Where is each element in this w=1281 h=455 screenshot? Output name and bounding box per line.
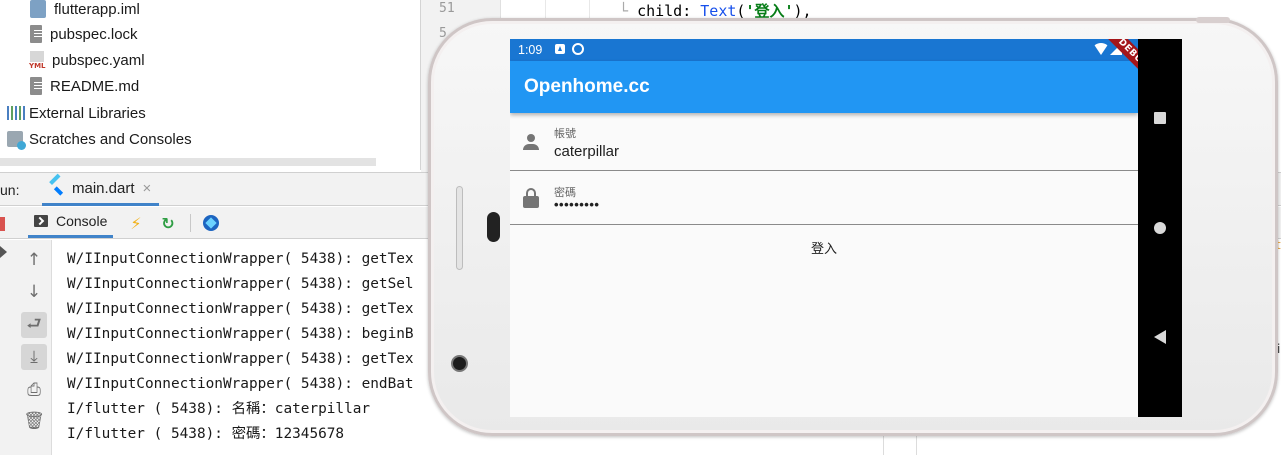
printer-icon: ⎙ xyxy=(27,380,41,400)
recents-square-icon[interactable] xyxy=(1154,112,1166,124)
status-time: 1:09 xyxy=(518,43,543,57)
home-circle-icon[interactable] xyxy=(1154,222,1166,234)
tree-item-label: flutterapp.iml xyxy=(54,0,140,18)
password-field[interactable]: 密碼 ••••••••• xyxy=(510,171,1138,225)
console-output[interactable]: W/IInputConnectionWrapper( 5438): getTex… xyxy=(67,247,427,455)
close-tab-icon[interactable]: × xyxy=(143,180,152,197)
person-icon xyxy=(523,134,539,150)
tree-item-label: pubspec.lock xyxy=(50,25,138,43)
console-line: W/IInputConnectionWrapper( 5438): getSel xyxy=(67,276,414,292)
android-status-bar: 1:09 xyxy=(510,39,1138,61)
tab-console[interactable]: Console xyxy=(28,207,114,238)
stop-indicator[interactable] xyxy=(0,217,5,231)
lightning-icon: ⚡ xyxy=(130,213,142,233)
lock-icon xyxy=(523,188,539,208)
scroll-end-icon: ⤓ xyxy=(30,347,38,367)
console-line: I/flutter ( 5438): 密碼：12345678 xyxy=(67,426,345,442)
markdown-file-icon xyxy=(30,77,42,95)
wifi-icon xyxy=(1093,43,1109,55)
tree-item-flutterapp-iml[interactable]: flutterapp.iml xyxy=(30,0,140,21)
tree-item-label: External Libraries xyxy=(29,104,146,122)
android-nav-bar xyxy=(1138,39,1182,417)
text-file-icon xyxy=(30,25,42,43)
console-line: W/IInputConnectionWrapper( 5438): endBat xyxy=(67,376,414,392)
tree-item-readme[interactable]: README.md xyxy=(30,74,139,98)
phone-power-button xyxy=(1196,17,1230,23)
notification-a-icon xyxy=(555,44,565,54)
tree-item-scratches[interactable]: Scratches and Consoles xyxy=(7,127,192,151)
tree-item-external-libraries[interactable]: External Libraries xyxy=(7,101,146,125)
back-triangle-icon[interactable] xyxy=(1154,330,1166,344)
libraries-icon xyxy=(7,106,25,120)
hot-reload-button[interactable]: ⚡ xyxy=(126,213,146,233)
phone-screen: 1:09 Openhome.cc DEBUG 帳號 caterpillar 密碼… xyxy=(510,39,1138,417)
console-line: W/IInputConnectionWrapper( 5438): getTex xyxy=(67,251,414,267)
phone-volume-button xyxy=(456,186,463,270)
project-tree-panel: flutterapp.iml pubspec.lock pubspec.yaml… xyxy=(0,0,420,170)
flutter-icon xyxy=(50,180,64,196)
collapse-arrow-icon[interactable] xyxy=(0,246,7,258)
soft-wrap-button[interactable]: ⮐ xyxy=(21,312,47,338)
console-side-toolbar: ↑ ↓ ⮐ ⤓ ⎙ 🗑 xyxy=(0,240,52,455)
print-button[interactable]: ⎙ xyxy=(21,377,47,403)
login-button[interactable]: 登入 xyxy=(774,233,874,261)
yaml-file-icon xyxy=(29,51,46,70)
scratches-icon xyxy=(7,131,26,150)
account-value[interactable]: caterpillar xyxy=(554,143,619,160)
phone-speaker xyxy=(487,212,500,242)
app-title: Openhome.cc xyxy=(524,76,650,97)
console-line: W/IInputConnectionWrapper( 5438): getTex xyxy=(67,351,414,367)
console-line: I/flutter ( 5438): 名稱：caterpillar xyxy=(67,401,371,417)
ide-window: flutterapp.iml pubspec.lock pubspec.yaml… xyxy=(0,0,1281,455)
toolbar-separator xyxy=(190,214,191,232)
restart-icon: ↻ xyxy=(161,213,175,233)
phone-camera xyxy=(451,355,468,372)
tree-item-label: Scratches and Consoles xyxy=(29,130,192,148)
password-value[interactable]: ••••••••• xyxy=(554,197,599,212)
sync-icon xyxy=(572,43,584,55)
clear-all-button[interactable]: 🗑 xyxy=(21,408,47,434)
tree-horizontal-scrollbar[interactable] xyxy=(0,158,376,166)
scroll-down-button[interactable]: ↓ xyxy=(21,279,47,305)
account-label: 帳號 xyxy=(554,127,576,140)
tab-main-dart[interactable]: main.dart × xyxy=(42,173,160,206)
iml-file-icon xyxy=(30,0,46,18)
scroll-up-button[interactable]: ↑ xyxy=(21,247,47,273)
run-label: un: xyxy=(0,182,20,198)
console-icon xyxy=(34,215,48,227)
arrow-down-icon: ↓ xyxy=(26,282,42,302)
trash-icon: 🗑 xyxy=(23,411,45,431)
tree-item-label: pubspec.yaml xyxy=(52,51,145,69)
console-tab-label: Console xyxy=(56,213,108,229)
arrow-up-icon: ↑ xyxy=(26,250,42,270)
tree-item-pubspec-lock[interactable]: pubspec.lock xyxy=(30,22,138,46)
account-field[interactable]: 帳號 caterpillar xyxy=(510,113,1138,171)
console-line: W/IInputConnectionWrapper( 5438): getTex xyxy=(67,301,414,317)
tree-item-label: README.md xyxy=(50,77,140,95)
console-line: W/IInputConnectionWrapper( 5438): beginB xyxy=(67,326,414,342)
tree-item-pubspec-yaml[interactable]: pubspec.yaml xyxy=(29,48,145,72)
soft-wrap-icon: ⮐ xyxy=(26,313,42,334)
scroll-to-end-button[interactable]: ⤓ xyxy=(21,344,47,370)
hot-restart-button[interactable]: ↻ xyxy=(158,213,178,233)
app-bar: Openhome.cc xyxy=(510,61,1138,113)
line-number: 51 xyxy=(439,1,455,16)
tab-label: main.dart xyxy=(72,179,135,197)
dart-devtools-icon xyxy=(203,215,219,231)
devtools-button[interactable] xyxy=(201,213,221,233)
